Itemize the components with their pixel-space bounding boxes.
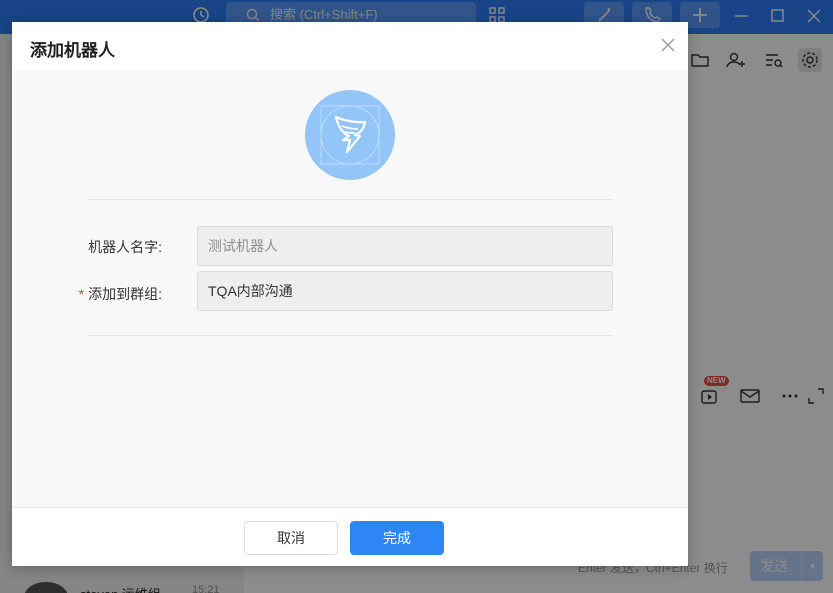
robot-name-input[interactable] [197,226,613,266]
robot-avatar[interactable] [305,90,395,180]
required-indicator: * [78,286,85,302]
divider-top [88,199,612,200]
group-label: * 添加到群组: [62,284,162,304]
divider-bottom [88,335,612,336]
robot-name-label: 机器人名字: [88,239,162,255]
dialog-header: 添加机器人 [12,22,688,70]
close-icon[interactable] [660,37,676,53]
dialog-footer: 取消 完成 [12,507,688,566]
cancel-button[interactable]: 取消 [244,521,338,555]
group-input[interactable] [197,271,613,311]
add-robot-dialog: 添加机器人 机器人名字: *添加到群组: 取消 完成 [12,22,688,566]
dialog-title: 添加机器人 [30,41,115,60]
done-button[interactable]: 完成 [350,521,444,555]
group-label-text: 添加到群组: [88,286,162,302]
robot-logo-icon [320,105,380,165]
